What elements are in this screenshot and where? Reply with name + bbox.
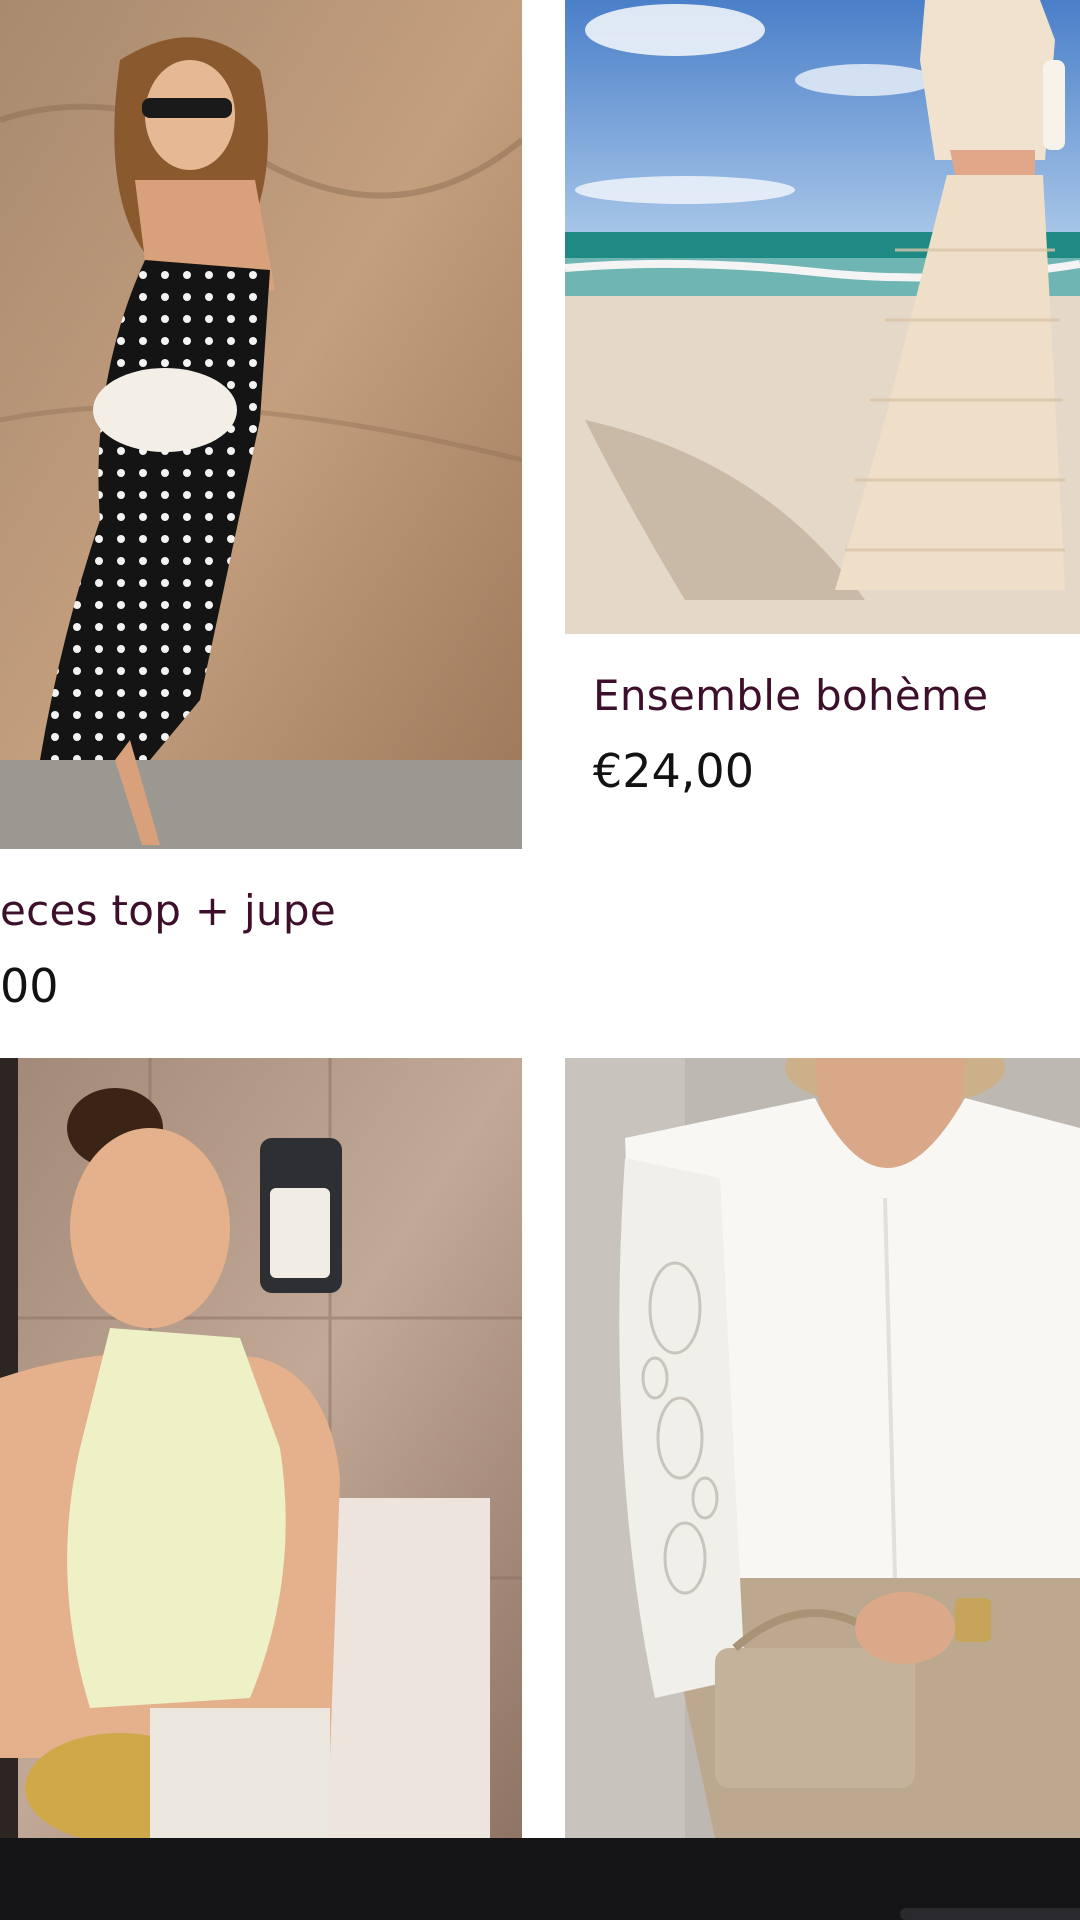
product-photo-beach-ruffle-set-icon [565, 0, 1080, 634]
product-price: €24,00 [593, 744, 754, 798]
product-photo-halter-top-icon [0, 1058, 522, 1838]
product-title[interactable]: eces top + jupe [0, 890, 336, 932]
product-image-2[interactable] [565, 0, 1080, 634]
product-photo-polka-dot-dress-icon [0, 0, 522, 849]
product-image-1[interactable] [0, 0, 522, 849]
product-image-4[interactable] [565, 1058, 1080, 1838]
home-indicator[interactable] [900, 1908, 1080, 1920]
product-image-3[interactable] [0, 1058, 522, 1838]
product-photo-lace-sleeve-blouse-icon [565, 1058, 1080, 1838]
product-title[interactable]: Ensemble bohème [593, 675, 988, 717]
product-price: 00 [0, 959, 59, 1013]
